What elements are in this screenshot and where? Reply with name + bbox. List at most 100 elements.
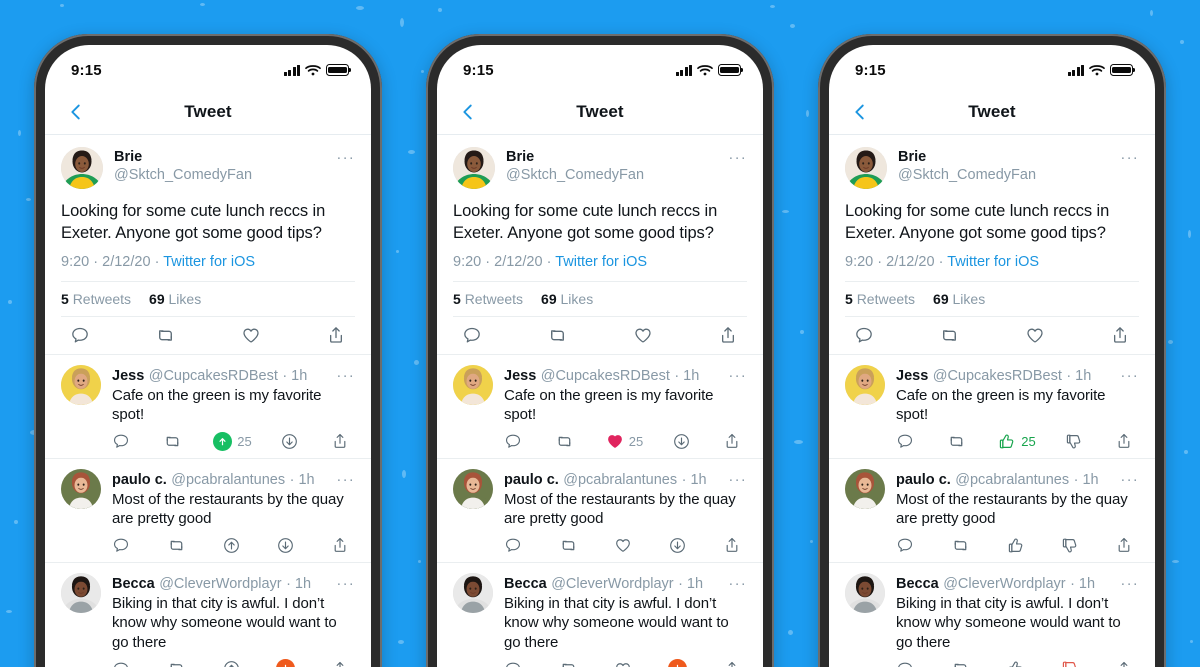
list-item[interactable]: Becca @CleverWordplayr · 1h ··· Biking i… xyxy=(437,563,763,667)
like-button[interactable] xyxy=(626,325,660,346)
retweet-button[interactable] xyxy=(947,432,969,451)
upvote-arrow-button[interactable] xyxy=(222,659,244,667)
avatar-jess[interactable] xyxy=(61,364,101,405)
thumbs-down-button[interactable] xyxy=(1060,536,1082,555)
more-horizontal-icon[interactable]: ··· xyxy=(1120,365,1139,384)
heart-button[interactable]: 25 xyxy=(606,432,643,450)
share-button[interactable] xyxy=(723,432,745,450)
reply-handle[interactable]: @CupcakesRDBest xyxy=(541,368,670,384)
list-item[interactable]: Jess @CupcakesRDBest · 1h ··· Cafe on th… xyxy=(437,355,763,459)
more-horizontal-icon[interactable]: ··· xyxy=(728,469,747,488)
reply-button[interactable] xyxy=(63,325,97,346)
more-horizontal-icon[interactable]: ··· xyxy=(728,573,747,592)
tweet-handle[interactable]: @Sktch_ComedyFan xyxy=(506,166,728,185)
tweet-thread[interactable]: Brie @Sktch_ComedyFan ··· Looking for so… xyxy=(829,135,1155,667)
stat-likes[interactable]: 69 Likes xyxy=(149,291,201,307)
stat-retweets[interactable]: 5 Retweets xyxy=(61,291,131,307)
reply-button[interactable] xyxy=(112,432,134,450)
stat-retweets[interactable]: 5 Retweets xyxy=(845,291,915,307)
tweet-source-link[interactable]: Twitter for iOS xyxy=(555,254,647,270)
share-button[interactable] xyxy=(711,325,745,346)
list-item[interactable]: Becca @CleverWordplayr · 1h ··· Biking i… xyxy=(45,563,371,667)
share-button[interactable] xyxy=(723,536,745,554)
list-item[interactable]: Jess @CupcakesRDBest · 1h ··· Cafe on th… xyxy=(45,355,371,459)
more-horizontal-icon[interactable]: ··· xyxy=(336,147,355,166)
more-horizontal-icon[interactable]: ··· xyxy=(336,365,355,384)
downvote-active-badge[interactable] xyxy=(668,659,688,667)
reply-handle[interactable]: @pcabralantunes xyxy=(171,472,285,488)
more-horizontal-icon[interactable]: ··· xyxy=(1120,573,1139,592)
reply-handle[interactable]: @pcabralantunes xyxy=(563,472,677,488)
avatar-jess[interactable] xyxy=(453,364,493,405)
stat-retweets[interactable]: 5 Retweets xyxy=(453,291,523,307)
back-button[interactable] xyxy=(63,99,89,125)
reply-handle[interactable]: @CleverWordplayr xyxy=(159,576,281,592)
avatar-brie[interactable] xyxy=(845,147,887,189)
upvote-arrow-button[interactable]: 25 xyxy=(213,431,252,451)
downvote-arrow-button[interactable] xyxy=(280,432,302,451)
reply-handle[interactable]: @CupcakesRDBest xyxy=(149,368,278,384)
share-button[interactable] xyxy=(1115,432,1137,450)
thumbs-down-button[interactable] xyxy=(1060,659,1082,667)
thumbs-up-button[interactable] xyxy=(1006,659,1028,667)
more-horizontal-icon[interactable]: ··· xyxy=(336,469,355,488)
retweet-button[interactable] xyxy=(951,659,973,667)
retweet-button[interactable] xyxy=(540,325,574,346)
avatar-brie[interactable] xyxy=(61,147,103,189)
downvote-arrow-button[interactable] xyxy=(668,659,690,667)
reply-handle[interactable]: @CleverWordplayr xyxy=(943,576,1065,592)
list-item[interactable]: paulo c. @pcabralantunes · 1h ··· Most o… xyxy=(45,459,371,563)
avatar-paulo[interactable] xyxy=(845,468,885,509)
avatar-becca[interactable] xyxy=(453,572,493,613)
retweet-button[interactable] xyxy=(932,325,966,346)
share-button[interactable] xyxy=(1103,325,1137,346)
reply-button[interactable] xyxy=(112,536,134,554)
share-button[interactable] xyxy=(1115,536,1137,554)
more-horizontal-icon[interactable]: ··· xyxy=(1120,469,1139,488)
share-button[interactable] xyxy=(331,660,353,667)
downvote-arrow-button[interactable] xyxy=(276,536,298,555)
back-button[interactable] xyxy=(847,99,873,125)
reply-handle[interactable]: @CupcakesRDBest xyxy=(933,368,1062,384)
more-horizontal-icon[interactable]: ··· xyxy=(1120,147,1139,166)
retweet-button[interactable] xyxy=(559,536,581,555)
retweet-button[interactable] xyxy=(951,536,973,555)
reply-button[interactable] xyxy=(896,432,918,450)
share-button[interactable] xyxy=(319,325,353,346)
avatar-jess[interactable] xyxy=(845,364,885,405)
stat-likes[interactable]: 69 Likes xyxy=(933,291,985,307)
reply-button[interactable] xyxy=(504,432,526,450)
reply-button[interactable] xyxy=(455,325,489,346)
reply-button[interactable] xyxy=(504,536,526,554)
list-item[interactable]: paulo c. @pcabralantunes · 1h ··· Most o… xyxy=(829,459,1155,563)
reply-button[interactable] xyxy=(847,325,881,346)
avatar-becca[interactable] xyxy=(845,572,885,613)
share-button[interactable] xyxy=(331,536,353,554)
reply-handle[interactable]: @CleverWordplayr xyxy=(551,576,673,592)
downvote-arrow-button[interactable] xyxy=(668,536,690,555)
list-item[interactable]: Jess @CupcakesRDBest · 1h ··· Cafe on th… xyxy=(829,355,1155,459)
more-horizontal-icon[interactable]: ··· xyxy=(728,365,747,384)
like-button[interactable] xyxy=(1018,325,1052,346)
retweet-button[interactable] xyxy=(167,536,189,555)
share-button[interactable] xyxy=(1115,660,1137,667)
tweet-source-link[interactable]: Twitter for iOS xyxy=(947,254,1039,270)
reply-button[interactable] xyxy=(896,660,918,667)
avatar-paulo[interactable] xyxy=(61,468,101,509)
heart-button[interactable] xyxy=(614,660,636,667)
downvote-active-badge[interactable] xyxy=(276,659,296,667)
stat-likes[interactable]: 69 Likes xyxy=(541,291,593,307)
reply-button[interactable] xyxy=(896,536,918,554)
retweet-button[interactable] xyxy=(163,432,185,451)
tweet-thread[interactable]: Brie @Sktch_ComedyFan ··· Looking for so… xyxy=(437,135,763,667)
list-item[interactable]: Becca @CleverWordplayr · 1h ··· Biking i… xyxy=(829,563,1155,667)
list-item[interactable]: paulo c. @pcabralantunes · 1h ··· Most o… xyxy=(437,459,763,563)
upvote-active-badge[interactable] xyxy=(213,431,233,451)
avatar-brie[interactable] xyxy=(453,147,495,189)
share-button[interactable] xyxy=(331,432,353,450)
retweet-button[interactable] xyxy=(555,432,577,451)
avatar-becca[interactable] xyxy=(61,572,101,613)
tweet-handle[interactable]: @Sktch_ComedyFan xyxy=(898,166,1120,185)
back-button[interactable] xyxy=(455,99,481,125)
reply-handle[interactable]: @pcabralantunes xyxy=(955,472,1069,488)
